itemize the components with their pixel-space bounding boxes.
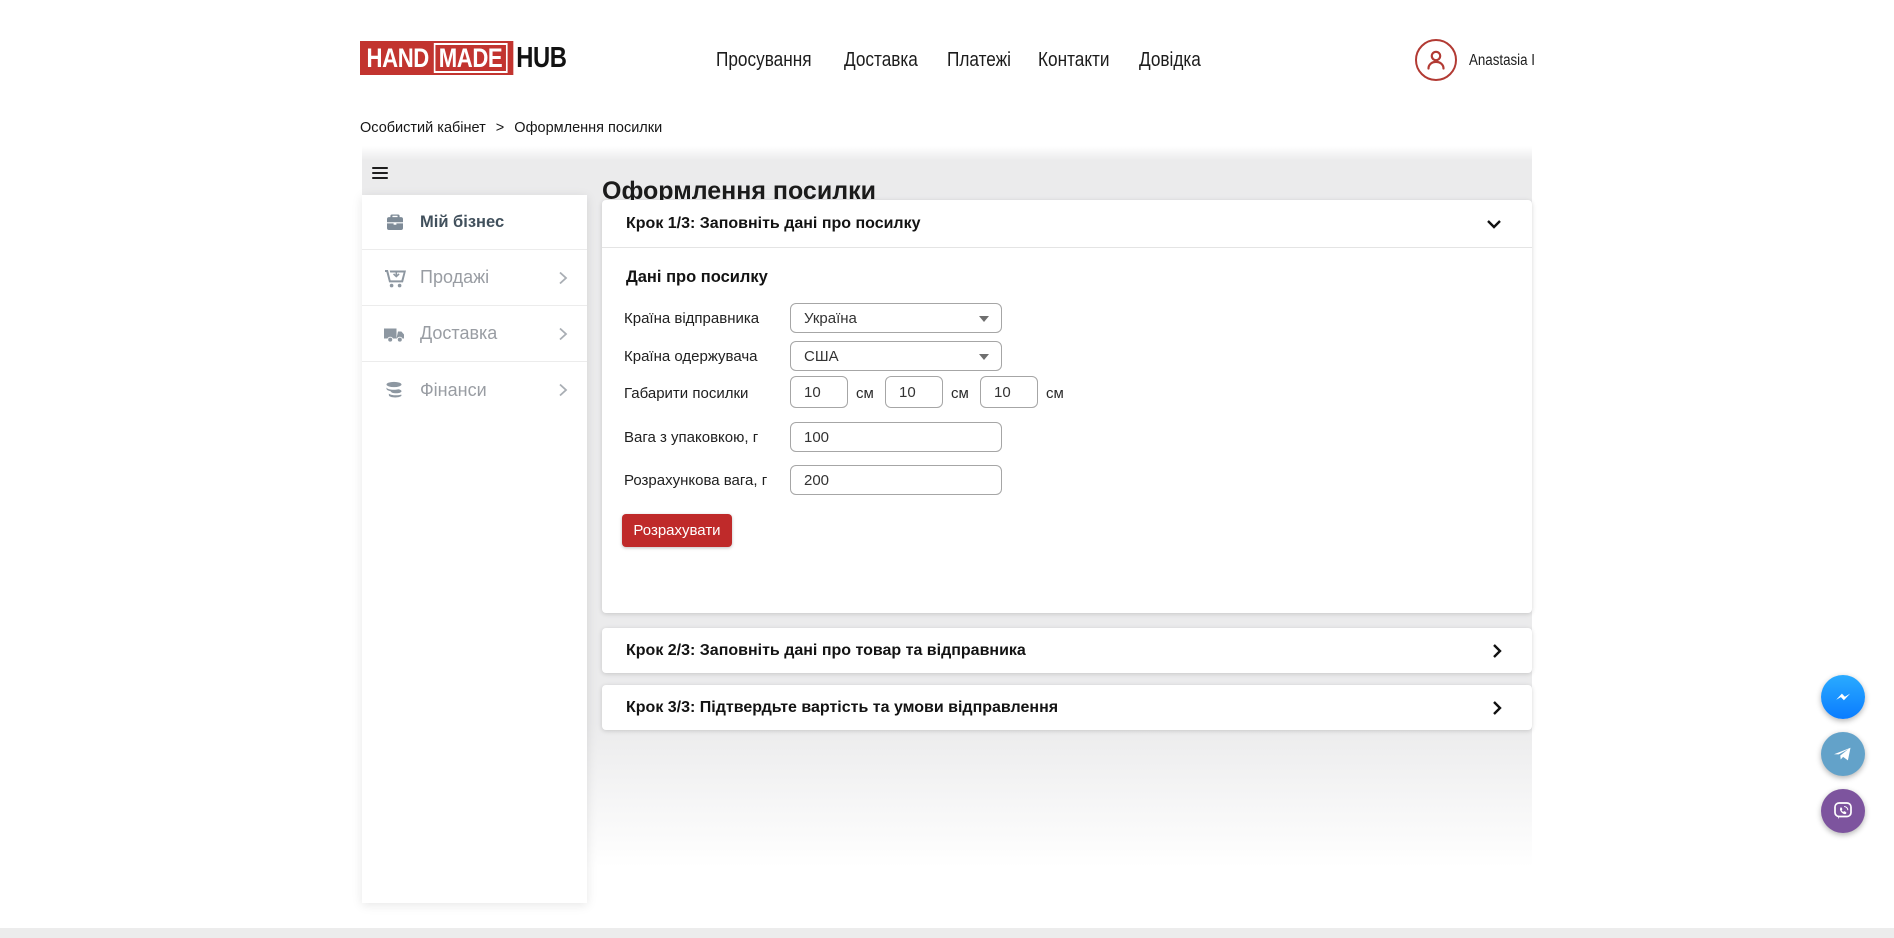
breadcrumb-cabinet[interactable]: Особистий кабінет	[360, 120, 486, 136]
coins-icon	[382, 378, 407, 402]
telegram-icon	[1831, 742, 1855, 766]
calculate-button[interactable]: Розрахувати	[622, 514, 732, 547]
accordion-step-1-title: Крок 1/3: Заповніть дані про посилку	[626, 215, 1486, 233]
user-avatar[interactable]	[1415, 39, 1457, 81]
truck-icon	[382, 322, 407, 346]
viber-button[interactable]	[1821, 789, 1865, 833]
dimension-unit: см	[951, 385, 969, 402]
dimension-unit: см	[856, 385, 874, 402]
handmadehub-logo[interactable]: HAND MADE HUB	[360, 41, 567, 75]
messenger-icon	[1831, 685, 1855, 709]
accordion-step-2-title: Крок 2/3: Заповніть дані про товар та ві…	[626, 642, 1492, 660]
messenger-button[interactable]	[1821, 675, 1865, 719]
weight-packed-input[interactable]	[790, 422, 1002, 452]
sidebar-item-label: Фінанси	[420, 380, 557, 401]
sidebar-item-label: Мій бізнес	[420, 213, 569, 232]
user-name[interactable]: Anastasia I	[1469, 52, 1546, 70]
chevron-down-icon	[1486, 219, 1502, 229]
recipient-country-label: Країна одержувача	[624, 348, 758, 365]
weight-calculated-input[interactable]	[790, 465, 1002, 495]
form-heading: Дані про посилку	[626, 268, 768, 287]
accordion-step-3: Крок 3/3: Підтвердьте вартість та умови …	[602, 685, 1532, 730]
nav-item-help[interactable]: Довідка	[1139, 49, 1211, 72]
recipient-country-select[interactable]: США	[790, 341, 1002, 371]
chevron-right-icon	[1492, 643, 1502, 659]
main-nav: Просування Доставка Платежі Контакти Дов…	[716, 44, 1211, 76]
weight-calculated-label: Розрахункова вага, г	[624, 472, 767, 489]
weight-packed-label: Вага з упаковкою, г	[624, 429, 758, 446]
dimension-length-input[interactable]	[790, 376, 848, 408]
recipient-country-value: США	[804, 348, 839, 365]
nav-item-delivery[interactable]: Доставка	[844, 49, 930, 72]
sidebar: Мій бізнес Продажі	[362, 195, 587, 903]
cart-icon	[382, 266, 407, 290]
logo-hub: HUB	[516, 42, 566, 75]
accordion-step-2-header[interactable]: Крок 2/3: Заповніть дані про товар та ві…	[602, 628, 1532, 673]
bottom-strip	[0, 928, 1894, 938]
accordion-step-1: Крок 1/3: Заповніть дані про посилку Дан…	[602, 200, 1532, 613]
chevron-right-icon	[557, 326, 569, 342]
sidebar-item-my-business[interactable]: Мій бізнес	[362, 195, 587, 250]
nav-item-promotion[interactable]: Просування	[716, 49, 827, 72]
sender-country-value: Україна	[804, 310, 857, 327]
chevron-right-icon	[557, 270, 569, 286]
dimensions-label: Габарити посилки	[624, 385, 748, 402]
viber-icon	[1831, 799, 1855, 823]
accordion-step-2: Крок 2/3: Заповніть дані про товар та ві…	[602, 628, 1532, 673]
chevron-right-icon	[1492, 700, 1502, 716]
logo-red-box: HAND MADE	[360, 41, 513, 75]
sidebar-item-finance[interactable]: Фінанси	[362, 362, 587, 418]
accordion-step-3-header[interactable]: Крок 3/3: Підтвердьте вартість та умови …	[602, 685, 1532, 730]
sender-country-select[interactable]: Україна	[790, 303, 1002, 333]
telegram-button[interactable]	[1821, 732, 1865, 776]
sidebar-item-label: Продажі	[420, 267, 557, 288]
sender-country-label: Країна відправника	[624, 310, 759, 327]
breadcrumb-current: Оформлення посилки	[514, 120, 662, 136]
chevron-right-icon	[557, 382, 569, 398]
person-icon	[1423, 47, 1449, 73]
social-buttons	[1821, 675, 1865, 846]
accordion-step-3-title: Крок 3/3: Підтвердьте вартість та умови …	[626, 699, 1492, 717]
breadcrumb: Особистий кабінет > Оформлення посилки	[360, 120, 662, 136]
sidebar-item-label: Доставка	[420, 323, 557, 344]
briefcase-icon	[382, 210, 407, 234]
page: HAND MADE HUB Просування Доставка Платеж…	[0, 0, 1894, 938]
nav-item-payments[interactable]: Платежі	[947, 49, 1021, 72]
dimension-unit: см	[1046, 385, 1064, 402]
breadcrumb-separator: >	[496, 120, 504, 136]
sidebar-item-delivery[interactable]: Доставка	[362, 306, 587, 362]
sidebar-item-sales[interactable]: Продажі	[362, 250, 587, 306]
menu-icon[interactable]	[372, 167, 388, 180]
logo-hand: HAND	[367, 43, 429, 74]
nav-item-contacts[interactable]: Контакти	[1038, 49, 1121, 72]
dimension-height-input[interactable]	[980, 376, 1038, 408]
logo-made: MADE	[434, 43, 507, 73]
accordion-step-1-header[interactable]: Крок 1/3: Заповніть дані про посилку	[602, 200, 1532, 248]
dimension-width-input[interactable]	[885, 376, 943, 408]
